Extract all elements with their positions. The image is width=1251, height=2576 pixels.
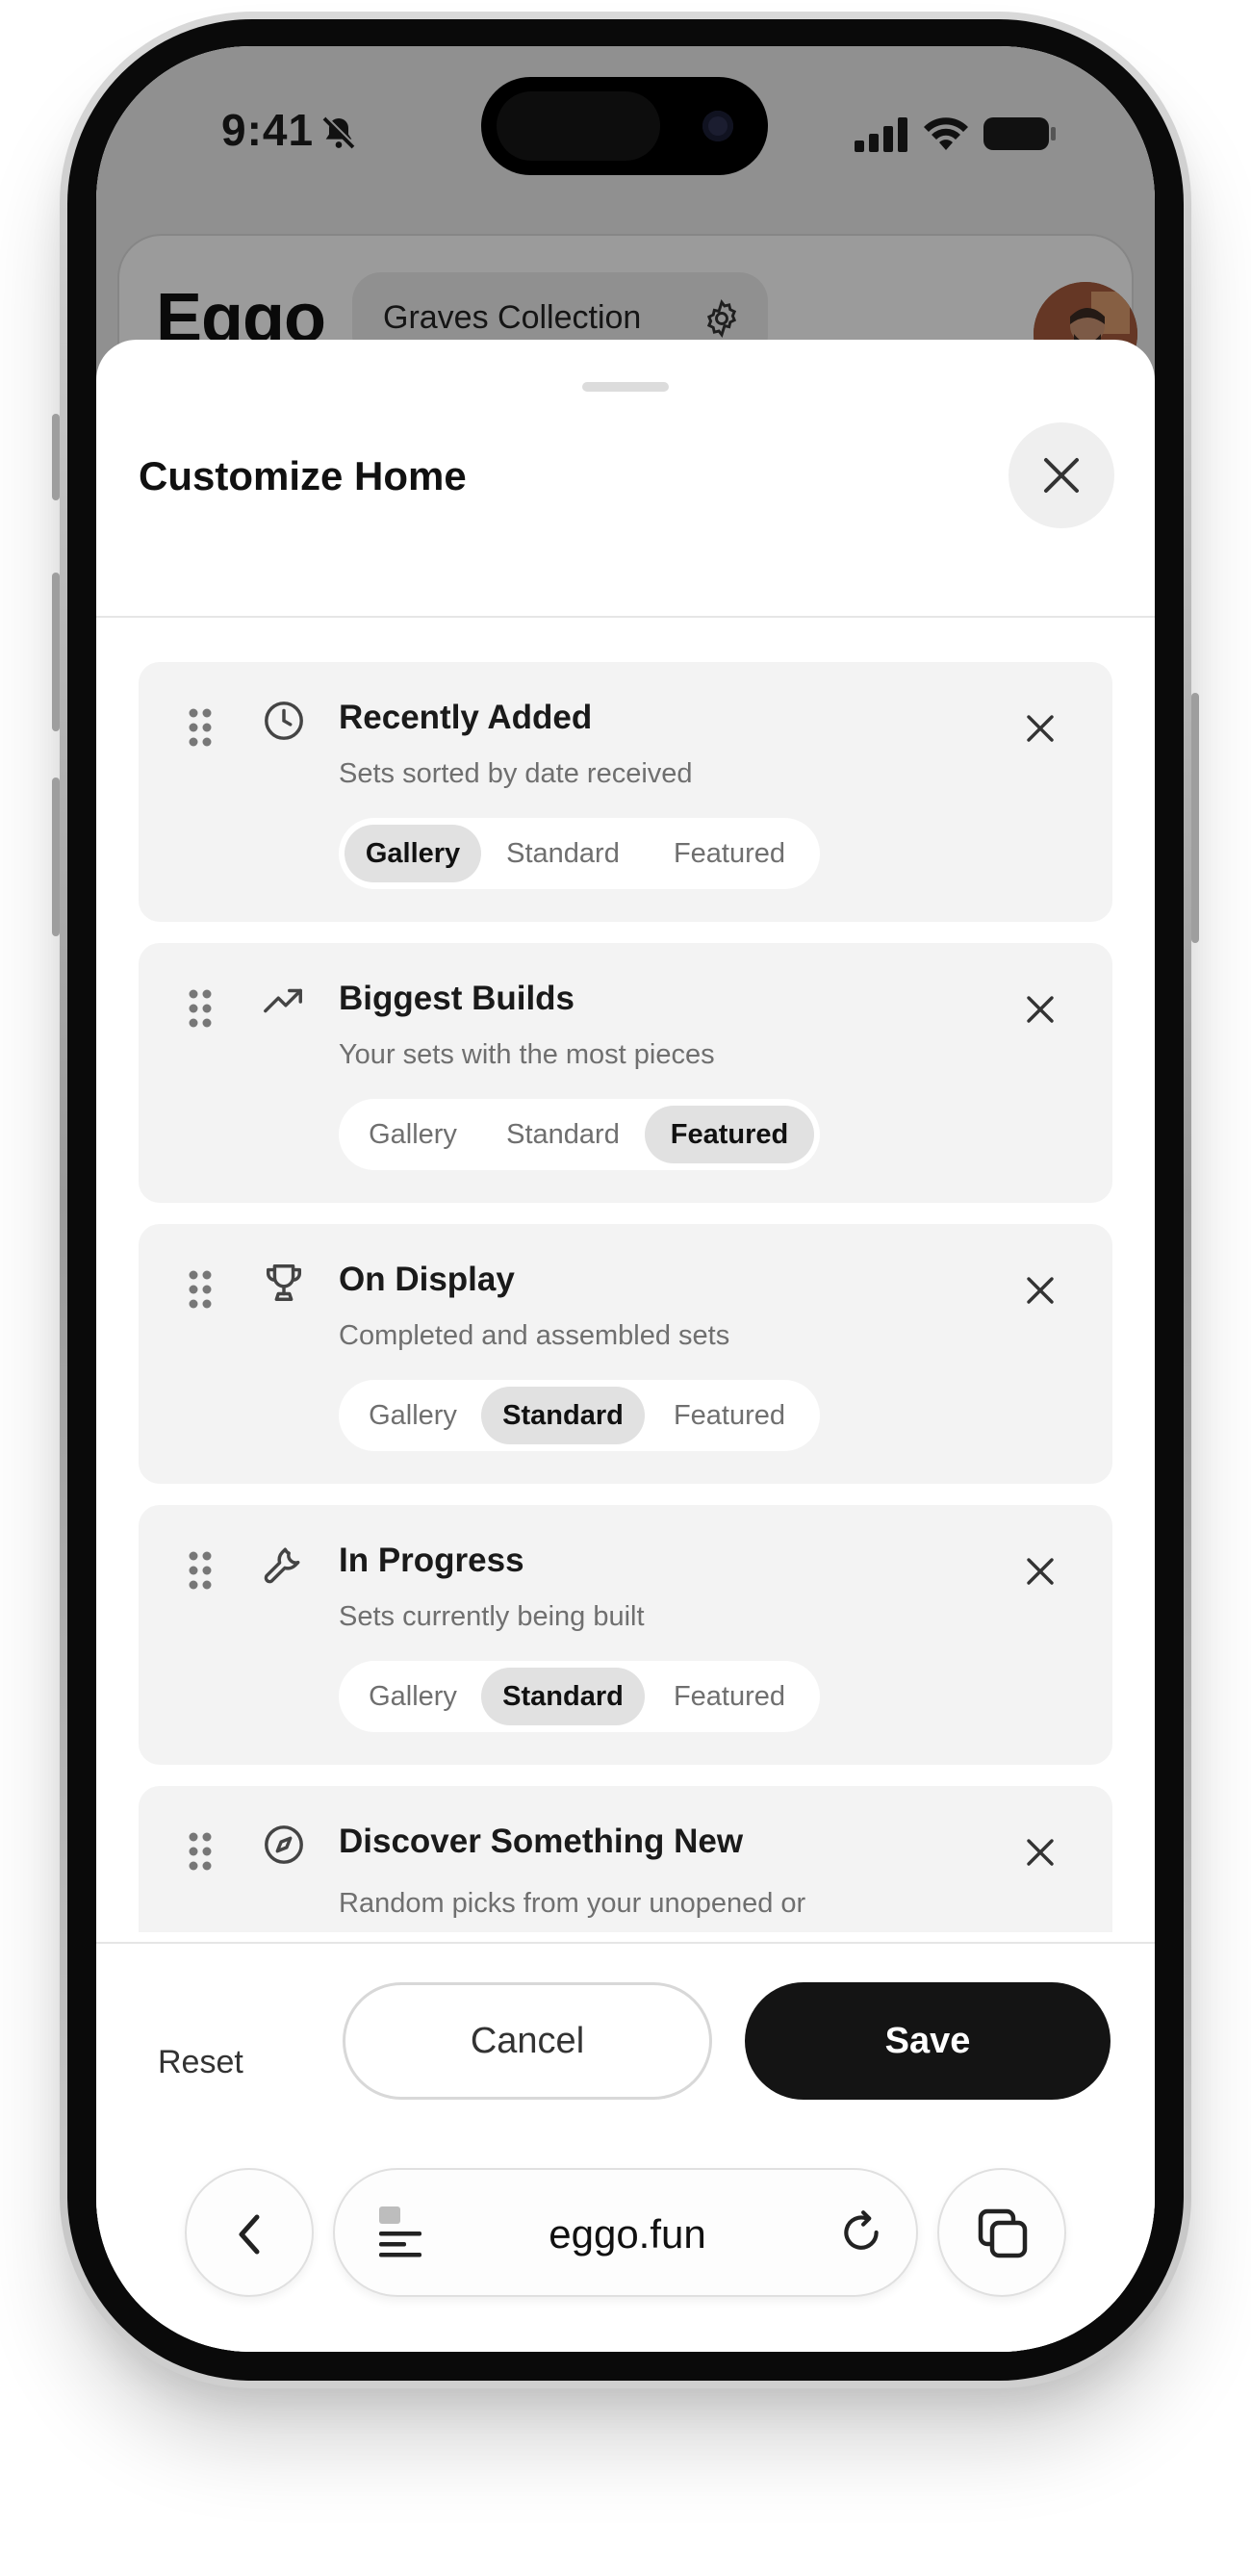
option-gallery[interactable]: Gallery	[345, 1387, 481, 1444]
cellular-signal-icon	[855, 117, 907, 152]
drag-handle-icon[interactable]	[187, 987, 214, 1030]
section-card: In Progress Sets currently being built G…	[139, 1505, 1112, 1765]
layout-segmented-control: Gallery Standard Featured	[339, 1099, 820, 1170]
save-button[interactable]: Save	[745, 1982, 1111, 2100]
sheet-title: Customize Home	[139, 453, 467, 498]
remove-section-icon[interactable]	[1024, 993, 1057, 1026]
island-sensor	[497, 91, 660, 161]
option-gallery[interactable]: Gallery	[345, 825, 481, 882]
layout-segmented-control: Gallery Standard Featured	[339, 1380, 820, 1451]
option-featured[interactable]: Featured	[645, 825, 814, 882]
action-button	[52, 414, 60, 500]
divider	[96, 1942, 1155, 1944]
drag-handle-icon[interactable]	[187, 1830, 214, 1873]
section-list: Recently Added Sets sorted by date recei…	[139, 662, 1112, 1932]
volume-up-button	[52, 573, 60, 731]
power-button	[1191, 693, 1199, 943]
status-time: 9:41	[221, 105, 315, 155]
section-title: In Progress	[339, 1542, 524, 1579]
option-standard[interactable]: Standard	[481, 1668, 645, 1725]
address-bar[interactable]: eggo.fun	[333, 2168, 918, 2297]
close-button[interactable]	[1008, 422, 1114, 528]
remove-section-icon[interactable]	[1024, 1274, 1057, 1307]
camera-icon	[702, 111, 733, 141]
option-standard[interactable]: Standard	[481, 1387, 645, 1444]
option-featured[interactable]: Featured	[645, 1106, 814, 1163]
remove-section-icon[interactable]	[1024, 1555, 1057, 1588]
section-description: Random picks from your unopened or disas…	[339, 1888, 806, 1932]
close-icon	[1044, 458, 1079, 493]
section-description: Your sets with the most pieces	[339, 1039, 715, 1070]
trophy-icon	[266, 1264, 302, 1301]
compass-icon	[265, 1825, 303, 1864]
section-description: Sets currently being built	[339, 1601, 645, 1632]
layout-segmented-control: Gallery Standard Featured	[339, 818, 820, 889]
trending-up-icon	[264, 988, 302, 1013]
tabs-icon	[978, 2208, 1028, 2258]
section-card: Biggest Builds Your sets with the most p…	[139, 943, 1112, 1203]
section-card: Discover Something New Random picks from…	[139, 1786, 1112, 1932]
clock-icon	[265, 701, 303, 740]
chevron-left-icon	[239, 2214, 260, 2255]
option-standard[interactable]: Standard	[481, 1106, 645, 1163]
option-featured[interactable]: Featured	[645, 1387, 814, 1444]
tabs-button[interactable]	[937, 2168, 1066, 2297]
section-card: On Display Completed and assembled sets …	[139, 1224, 1112, 1484]
section-description: Completed and assembled sets	[339, 1320, 730, 1351]
wifi-icon	[924, 117, 968, 150]
section-title: On Display	[339, 1261, 515, 1298]
customize-home-sheet: Customize Home Recently Added Sets sorte…	[96, 340, 1155, 2352]
section-card: Recently Added Sets sorted by date recei…	[139, 662, 1112, 922]
status-bar: 9:41	[96, 46, 1155, 210]
option-featured[interactable]: Featured	[645, 1668, 814, 1725]
option-gallery[interactable]: Gallery	[345, 1668, 481, 1725]
phone-screen: Eggo Graves Collection 9:41 Customize Ho…	[96, 46, 1155, 2352]
section-title: Recently Added	[339, 699, 593, 736]
section-description: Sets sorted by date received	[339, 758, 693, 789]
cancel-button[interactable]: Cancel	[343, 1982, 712, 2100]
section-title: Discover Something New	[339, 1823, 744, 1860]
section-title: Biggest Builds	[339, 980, 575, 1017]
reload-icon[interactable]	[837, 2208, 885, 2257]
remove-section-icon[interactable]	[1024, 712, 1057, 745]
drag-handle-icon[interactable]	[187, 1268, 214, 1311]
bell-slash-icon	[322, 115, 357, 149]
dynamic-island	[481, 77, 768, 175]
reset-button[interactable]: Reset	[158, 2028, 293, 2096]
remove-section-icon[interactable]	[1024, 1836, 1057, 1869]
browser-toolbar: eggo.fun	[96, 2168, 1155, 2352]
wrench-icon	[264, 1547, 300, 1584]
option-gallery[interactable]: Gallery	[345, 1106, 481, 1163]
drag-handle-icon[interactable]	[187, 706, 214, 749]
back-button[interactable]	[185, 2168, 314, 2297]
option-standard[interactable]: Standard	[481, 825, 645, 882]
url-text: eggo.fun	[549, 2211, 706, 2257]
drag-handle-icon[interactable]	[187, 1549, 214, 1592]
layout-segmented-control: Gallery Standard Featured	[339, 1661, 820, 1732]
volume-down-button	[52, 778, 60, 936]
battery-icon	[983, 117, 1056, 150]
divider	[96, 616, 1155, 618]
sheet-grabber[interactable]	[582, 382, 669, 392]
